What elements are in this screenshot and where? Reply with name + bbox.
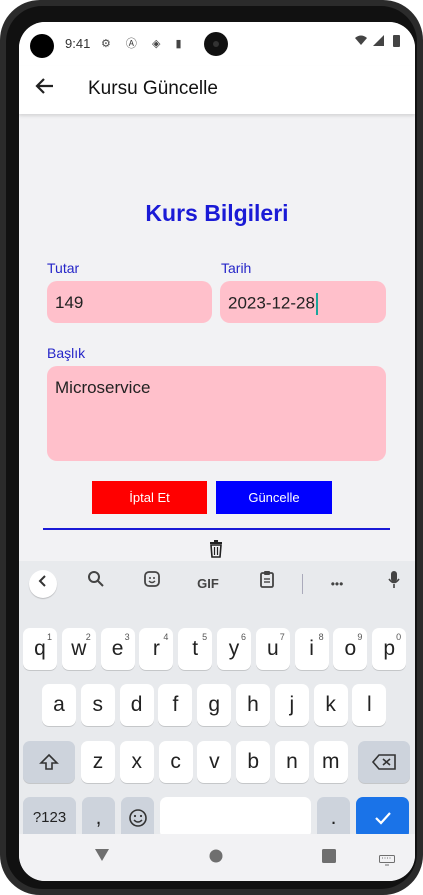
date-label: Tarih bbox=[221, 260, 252, 276]
key-label: t bbox=[192, 637, 199, 660]
page-title: Kursu Güncelle bbox=[88, 78, 218, 99]
key-t[interactable]: t5 bbox=[178, 628, 213, 670]
key-l[interactable]: l bbox=[352, 684, 387, 726]
title-value: Microservice bbox=[55, 378, 151, 397]
key-label: w bbox=[71, 637, 87, 660]
status-bar: 9:41 ⚙ Ⓐ ◈ ▮ bbox=[19, 22, 415, 66]
status-time: 9:41 bbox=[65, 36, 91, 51]
key-m[interactable]: m bbox=[313, 741, 348, 783]
phone-bezel: 9:41 ⚙ Ⓐ ◈ ▮ Kursu Güncelle Kurs Bilgile… bbox=[6, 6, 417, 889]
key-hint: 6 bbox=[240, 632, 246, 642]
key-f[interactable]: f bbox=[158, 684, 193, 726]
toolbar-separator bbox=[302, 574, 303, 594]
key-w[interactable]: w2 bbox=[61, 628, 96, 670]
emoji-key[interactable] bbox=[121, 797, 154, 839]
key-k[interactable]: k bbox=[313, 684, 348, 726]
backspace-key[interactable] bbox=[358, 741, 410, 783]
done-key[interactable] bbox=[356, 797, 409, 839]
status-notification-icons: ⚙ Ⓐ ◈ ▮ bbox=[101, 38, 188, 50]
gif-button[interactable]: GIF bbox=[193, 570, 223, 598]
divider bbox=[43, 528, 390, 530]
delete-icon[interactable] bbox=[205, 540, 229, 562]
nav-recents-icon[interactable] bbox=[322, 849, 336, 868]
amount-field[interactable]: 149 bbox=[47, 281, 212, 323]
key-label: q bbox=[34, 637, 46, 660]
camera-cutout bbox=[30, 34, 54, 58]
key-b[interactable]: b bbox=[236, 741, 271, 783]
key-label: u bbox=[266, 637, 279, 660]
nav-home-icon[interactable] bbox=[209, 849, 223, 868]
navigation-bar bbox=[19, 834, 415, 881]
key-u[interactable]: u7 bbox=[255, 628, 290, 670]
shift-key[interactable] bbox=[23, 741, 75, 783]
screen: 9:41 ⚙ Ⓐ ◈ ▮ Kursu Güncelle Kurs Bilgile… bbox=[19, 22, 415, 881]
key-label: y bbox=[228, 637, 240, 660]
key-a[interactable]: a bbox=[42, 684, 76, 726]
title-field[interactable]: Microservice bbox=[47, 366, 386, 461]
back-arrow-icon[interactable] bbox=[35, 76, 55, 102]
amount-value: 149 bbox=[55, 293, 84, 312]
phone-frame: 9:41 ⚙ Ⓐ ◈ ▮ Kursu Güncelle Kurs Bilgile… bbox=[0, 0, 423, 895]
key-h[interactable]: h bbox=[236, 684, 270, 726]
key-s[interactable]: s bbox=[80, 684, 115, 726]
key-hint: 2 bbox=[85, 632, 91, 642]
key-c[interactable]: c bbox=[158, 741, 193, 783]
comma-key[interactable]: , bbox=[82, 797, 115, 839]
date-value: 2023-12-28 bbox=[228, 293, 315, 313]
key-label: e bbox=[111, 637, 124, 660]
app-bar: Kursu Güncelle bbox=[19, 66, 415, 114]
key-label: i bbox=[309, 637, 314, 660]
key-e[interactable]: e3 bbox=[100, 628, 135, 670]
text-cursor bbox=[315, 293, 318, 315]
key-hint: 8 bbox=[318, 632, 324, 642]
key-v[interactable]: v bbox=[197, 741, 232, 783]
key-q[interactable]: q1 bbox=[23, 628, 57, 670]
keyboard-back-icon[interactable] bbox=[29, 570, 57, 598]
key-hint: 0 bbox=[396, 632, 402, 642]
clipboard-icon[interactable] bbox=[255, 570, 279, 598]
status-system-icons bbox=[353, 34, 405, 51]
nav-back-icon[interactable] bbox=[94, 848, 110, 867]
sticker-icon[interactable] bbox=[140, 570, 164, 598]
key-hint: 1 bbox=[46, 632, 52, 642]
soft-keyboard: GIF ••• q1w2e3r4t5y6u7i8o9p0 asdfghjkl z… bbox=[19, 561, 415, 839]
cancel-button[interactable]: İptal Et bbox=[92, 481, 207, 514]
keyboard-switch-icon[interactable] bbox=[379, 853, 395, 871]
key-x[interactable]: x bbox=[119, 741, 154, 783]
key-r[interactable]: r4 bbox=[139, 628, 174, 670]
key-j[interactable]: j bbox=[274, 684, 309, 726]
key-hint: 9 bbox=[357, 632, 363, 642]
key-label: r bbox=[152, 637, 160, 660]
front-camera bbox=[204, 32, 228, 56]
key-z[interactable]: z bbox=[81, 741, 115, 783]
key-hint: 7 bbox=[279, 632, 285, 642]
key-o[interactable]: o9 bbox=[333, 628, 368, 670]
key-i[interactable]: i8 bbox=[294, 628, 329, 670]
key-hint: 3 bbox=[124, 632, 130, 642]
search-icon[interactable] bbox=[84, 570, 108, 598]
key-hint: 4 bbox=[163, 632, 169, 642]
period-key[interactable]: . bbox=[317, 797, 350, 839]
key-d[interactable]: d bbox=[119, 684, 154, 726]
key-g[interactable]: g bbox=[197, 684, 232, 726]
key-n[interactable]: n bbox=[275, 741, 309, 783]
amount-label: Tutar bbox=[47, 260, 80, 276]
more-options-icon[interactable]: ••• bbox=[322, 570, 352, 598]
key-y[interactable]: y6 bbox=[217, 628, 251, 670]
form-heading: Kurs Bilgileri bbox=[145, 200, 289, 226]
title-label: Başlık bbox=[47, 345, 86, 361]
symbols-key[interactable]: ?123 bbox=[23, 797, 76, 839]
key-label: o bbox=[344, 637, 357, 660]
update-button[interactable]: Güncelle bbox=[216, 481, 332, 514]
key-p[interactable]: p0 bbox=[372, 628, 407, 670]
space-key[interactable] bbox=[160, 797, 311, 839]
date-field[interactable]: 2023-12-28 bbox=[220, 281, 386, 323]
key-hint: 5 bbox=[202, 632, 208, 642]
key-label: p bbox=[383, 637, 396, 660]
microphone-icon[interactable] bbox=[382, 570, 406, 598]
